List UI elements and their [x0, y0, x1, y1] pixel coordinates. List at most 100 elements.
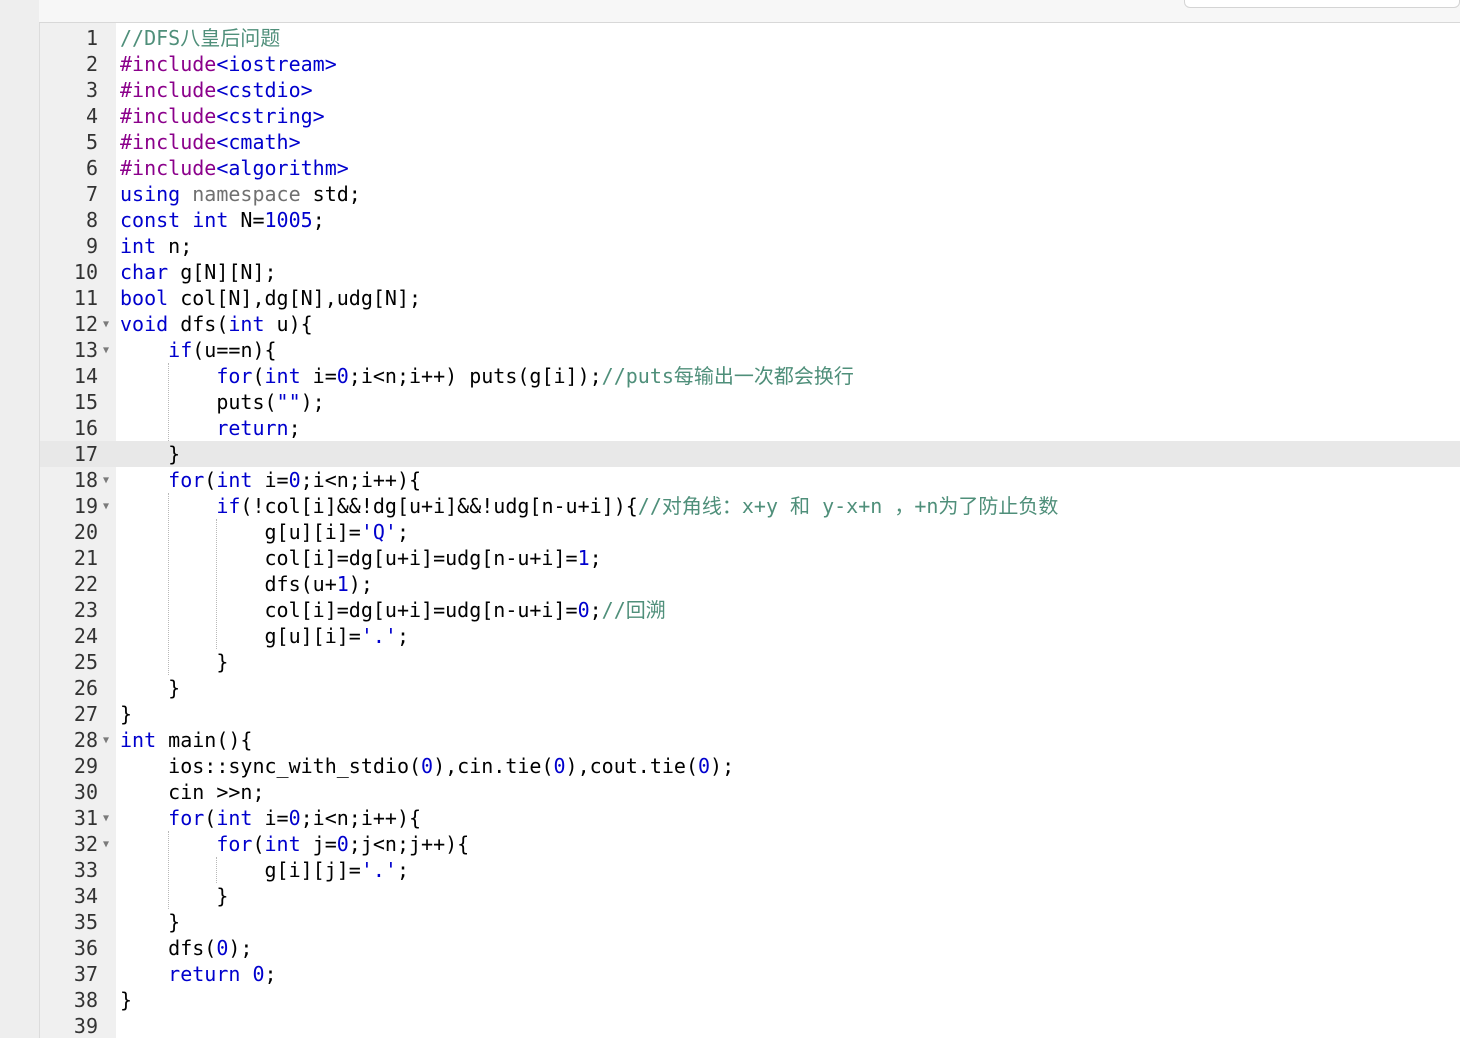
code-token: int [192, 208, 229, 232]
triangle-down-icon[interactable]: ▼ [100, 727, 112, 753]
line-number: 1 [40, 25, 98, 51]
code-line[interactable]: 17 } [40, 441, 1460, 467]
code-token: ); [348, 572, 373, 596]
line-number: 29 [40, 753, 98, 779]
code-text: } [120, 675, 180, 701]
code-line[interactable]: 36 dfs(0); [40, 935, 1460, 961]
code-token: i= [252, 806, 289, 830]
code-token: ;i<n;i++) puts(g[i]); [348, 364, 602, 388]
code-line[interactable]: 14 for(int i=0;i<n;i++) puts(g[i]);//put… [40, 363, 1460, 389]
code-line[interactable]: 21 col[i]=dg[u+i]=udg[n-u+i]=1; [40, 545, 1460, 571]
code-editor[interactable]: 1//DFS八皇后问题 2 #include<iostream> 3 #include<… [39, 23, 1460, 1038]
line-number: 13 [40, 337, 98, 363]
code-token: int [264, 832, 301, 856]
code-line[interactable]: 18 ▼ for(int i=0;i<n;i++){ [40, 467, 1460, 493]
code-token: } [120, 676, 181, 700]
code-token: dfs( [168, 312, 229, 336]
triangle-down-icon[interactable]: ▼ [100, 467, 112, 493]
code-line[interactable]: 38} [40, 987, 1460, 1013]
triangle-down-icon[interactable]: ▼ [100, 493, 112, 519]
code-token: ;i<n;i++){ [300, 468, 422, 492]
code-text: if(u==n){ [120, 337, 277, 363]
code-line[interactable]: 4 #include<cstring> [40, 103, 1460, 129]
code-line[interactable]: 5 #include<cmath> [40, 129, 1460, 155]
code-token: return [168, 962, 241, 986]
line-number: 14 [40, 363, 98, 389]
code-text: ios::sync_with_stdio(0),cin.tie(0),cout.… [120, 753, 734, 779]
code-line[interactable]: 29 ios::sync_with_stdio(0),cin.tie(0),co… [40, 753, 1460, 779]
line-number: 21 [40, 545, 98, 571]
code-token: puts( [120, 390, 277, 414]
code-line[interactable]: 27} [40, 701, 1460, 727]
code-token: ;j<n;j++){ [348, 832, 470, 856]
code-token: } [120, 910, 181, 934]
code-line[interactable]: 10 char g[N][N]; [40, 259, 1460, 285]
code-token: N= [228, 208, 265, 232]
code-text: return 0; [120, 961, 276, 987]
line-number: 19 [40, 493, 98, 519]
code-line[interactable]: 3 #include<cstdio> [40, 77, 1460, 103]
code-line[interactable]: 15 puts(""); [40, 389, 1460, 415]
code-line[interactable]: 1 //DFS八皇后问题 [40, 25, 1460, 51]
code-line[interactable]: 8 const int N=1005; [40, 207, 1460, 233]
line-number: 4 [40, 103, 98, 129]
code-line[interactable]: 2 #include<iostream> [40, 51, 1460, 77]
code-text: dfs(0); [120, 935, 252, 961]
triangle-down-icon[interactable]: ▼ [100, 805, 112, 831]
triangle-down-icon[interactable]: ▼ [100, 311, 112, 337]
code-line[interactable]: 23 col[i]=dg[u+i]=udg[n-u+i]=0;//回溯 [40, 597, 1460, 623]
code-line[interactable]: 9 int n; [40, 233, 1460, 259]
code-line[interactable]: 32 ▼ for(int j=0;j<n;j++){ [40, 831, 1460, 857]
code-token: int [264, 364, 301, 388]
line-number: 28 [40, 727, 98, 753]
line-number: 32 [40, 831, 98, 857]
code-token: n; [156, 234, 193, 258]
code-line[interactable]: 33 g[i][j]='.'; [40, 857, 1460, 883]
code-text: g[u][i]='.'; [120, 623, 409, 649]
code-token: #include [120, 52, 217, 76]
line-number: 6 [40, 155, 98, 181]
code-token: #include [120, 130, 217, 154]
line-number: 16 [40, 415, 98, 441]
code-line[interactable]: 26 } [40, 675, 1460, 701]
code-token: for [168, 468, 205, 492]
code-line[interactable]: 22 dfs(u+1); [40, 571, 1460, 597]
top-right-control[interactable] [1184, 0, 1460, 8]
code-line[interactable]: 13 ▼ if(u==n){ [40, 337, 1460, 363]
code-line[interactable]: 19 ▼ if(!col[i]&&!dg[u+i]&&!udg[n-u+i]){/… [40, 493, 1460, 519]
code-line[interactable]: 34 } [40, 883, 1460, 909]
code-token: 0 [336, 832, 349, 856]
code-line[interactable]: 7 using namespace std; [40, 181, 1460, 207]
code-line[interactable]: 30 cin >>n; [40, 779, 1460, 805]
code-token: n){ [240, 338, 277, 362]
code-text: #include<cstdio> [120, 77, 313, 103]
code-token: if [216, 494, 241, 518]
code-line[interactable]: 25 } [40, 649, 1460, 675]
code-token: '.' [360, 624, 397, 648]
code-text: if(!col[i]&&!dg[u+i]&&!udg[n-u+i]){//对角线… [120, 493, 1058, 519]
code-text: g[u][i]='Q'; [120, 519, 409, 545]
code-token: dfs(u+ [120, 572, 337, 596]
code-line[interactable]: 35 } [40, 909, 1460, 935]
code-token: ; [396, 624, 409, 648]
code-token: int [120, 728, 157, 752]
code-line[interactable]: 6 #include<algorithm> [40, 155, 1460, 181]
code-token: //回溯 [601, 598, 666, 622]
code-token: using [120, 182, 181, 206]
code-line[interactable]: 16 return; [40, 415, 1460, 441]
code-token: ); [300, 390, 325, 414]
code-line[interactable]: 20 g[u][i]='Q'; [40, 519, 1460, 545]
code-line[interactable]: 28 ▼ int main(){ [40, 727, 1460, 753]
code-line[interactable]: 31 ▼ for(int i=0;i<n;i++){ [40, 805, 1460, 831]
code-token: <iostream> [216, 52, 337, 76]
triangle-down-icon[interactable]: ▼ [100, 337, 112, 363]
line-number: 18 [40, 467, 98, 493]
code-line[interactable]: 11 bool col[N],dg[N],udg[N]; [40, 285, 1460, 311]
code-line[interactable]: 39 [40, 1013, 1460, 1038]
triangle-down-icon[interactable]: ▼ [100, 831, 112, 857]
code-line[interactable]: 12 ▼ void dfs(int u){ [40, 311, 1460, 337]
code-line[interactable]: 24 g[u][i]='.'; [40, 623, 1460, 649]
code-token: for [216, 364, 253, 388]
code-line[interactable]: 37 return 0; [40, 961, 1460, 987]
